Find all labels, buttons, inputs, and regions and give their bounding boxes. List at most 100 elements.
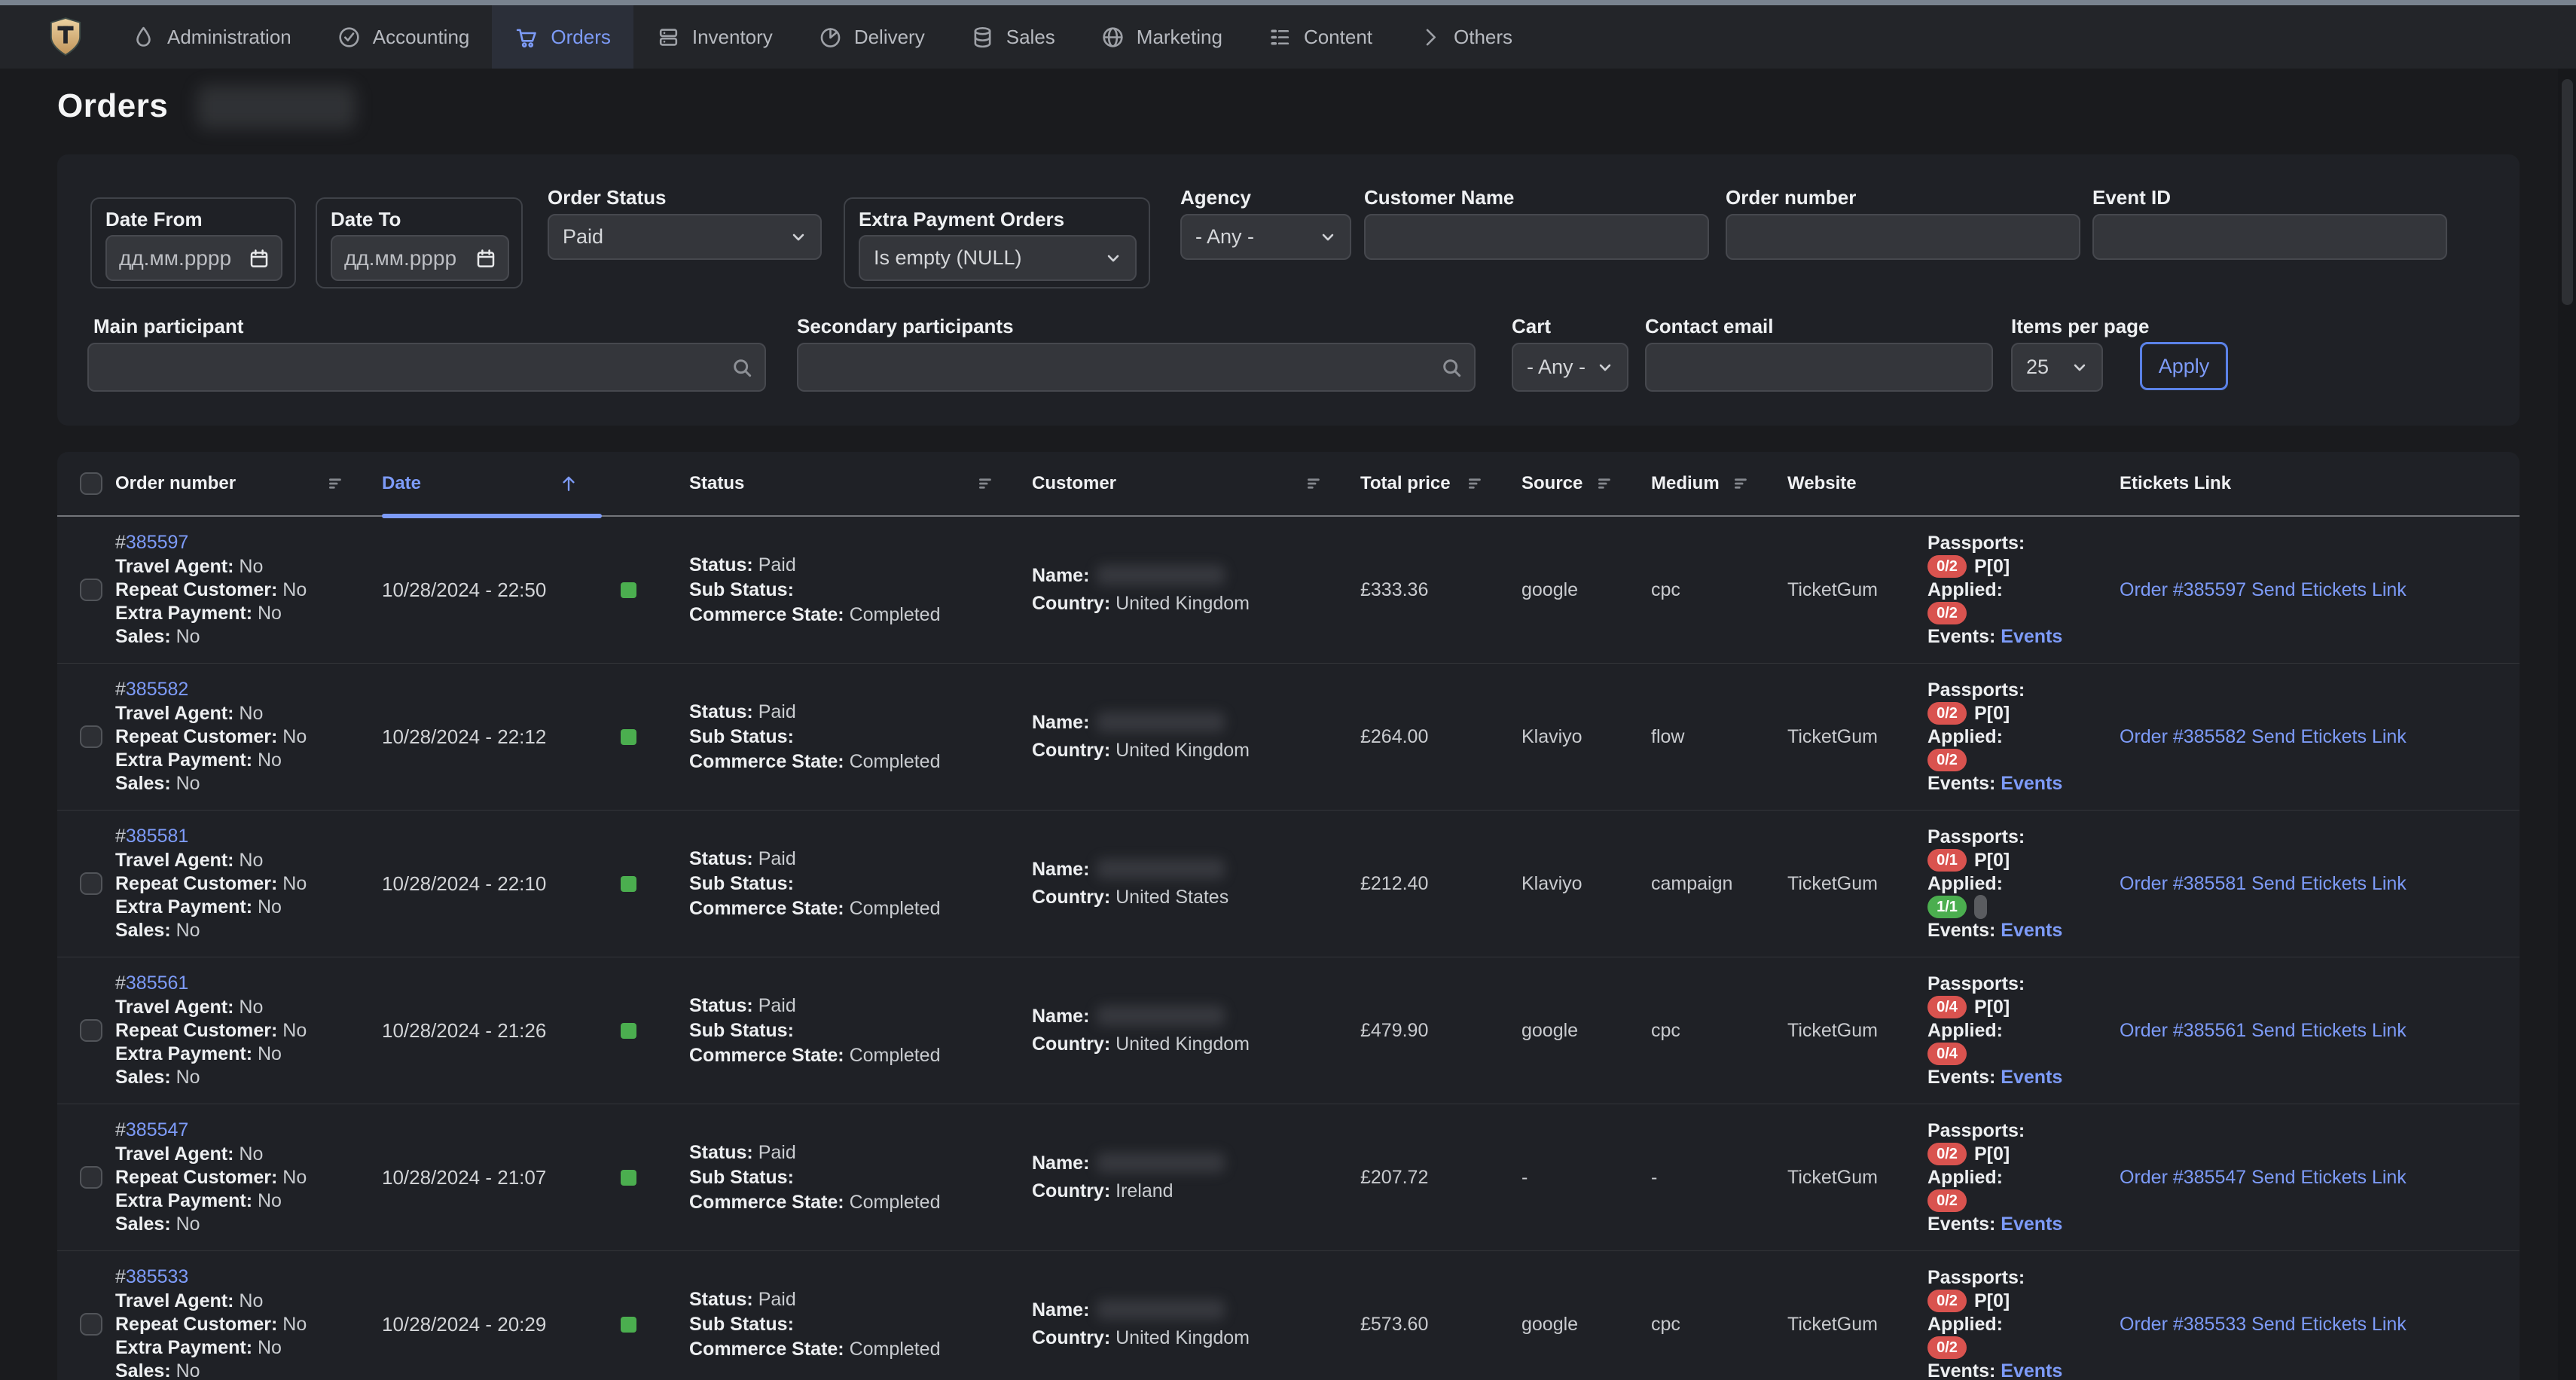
nav-item-delivery[interactable]: Delivery [795,5,948,69]
server-icon [656,25,681,50]
event-id-input[interactable] [2092,214,2447,260]
send-etickets-link[interactable]: Order #385547 Send Etickets Link [2120,1167,2407,1188]
etickets-link-cell: Order #385561 Send Etickets Link [2120,1020,2497,1042]
commerce-state-label: Commerce State: [689,1192,844,1213]
country-label: Country: [1032,740,1110,761]
filter-icon[interactable] [976,474,996,493]
cart-select[interactable]: - Any - [1512,343,1628,392]
order-number-link[interactable]: #385561 [115,972,188,995]
events-link[interactable]: Events [2001,920,2062,941]
col-header-source[interactable]: Source [1521,452,1651,515]
applied-count-badge: 0/2 [1927,1189,1967,1212]
col-header-date[interactable]: Date [382,452,608,515]
calendar-icon[interactable] [475,247,497,270]
col-header-customer[interactable]: Customer [1032,452,1360,515]
chevron-down-icon [1103,249,1123,268]
commerce-state-label: Commerce State: [689,1045,844,1066]
medium-cell: - [1651,1167,1787,1189]
order-number-link[interactable]: #385581 [115,825,188,848]
events-link[interactable]: Events [2001,1214,2062,1235]
select-all-checkbox[interactable] [80,472,102,495]
send-etickets-link[interactable]: Order #385582 Send Etickets Link [2120,726,2407,747]
order-number-link[interactable]: #385597 [115,531,188,554]
events-link[interactable]: Events [2001,1067,2062,1088]
order-number-link[interactable]: #385547 [115,1119,188,1142]
send-etickets-link[interactable]: Order #385581 Send Etickets Link [2120,873,2407,894]
col-header-total-price[interactable]: Total price [1360,452,1521,515]
applied-label: Applied: [1927,579,2003,600]
items-per-page-select[interactable]: 25 [2011,343,2103,392]
events-label: Events: [1927,773,1995,794]
row-checkbox[interactable] [80,1019,102,1042]
nav-item-accounting[interactable]: Accounting [314,5,493,69]
extra-payment-label: Extra Payment: [115,1043,252,1064]
contact-email-input[interactable] [1645,343,1993,392]
medium-cell: flow [1651,726,1787,748]
order-number-link[interactable]: #385582 [115,678,188,701]
customer-name-input[interactable] [1364,214,1709,260]
applied-label: Applied: [1927,873,2003,894]
col-label: Source [1521,473,1583,494]
sub-status-label: Sub Status: [689,1167,794,1188]
row-checkbox[interactable] [80,725,102,748]
items-per-page-label: Items per page [2011,315,2150,337]
send-etickets-link[interactable]: Order #385597 Send Etickets Link [2120,579,2407,600]
secondary-participants-input[interactable] [797,343,1476,392]
filter-icon[interactable] [1595,474,1615,493]
col-header-medium[interactable]: Medium [1651,452,1787,515]
name-label: Name: [1032,1006,1089,1027]
order-number-cell: #385581 Travel Agent: No Repeat Customer… [115,825,382,942]
total-price-cell: £573.60 [1360,1314,1521,1336]
date-to-input[interactable]: дд.мм.рррр [331,235,509,281]
total-price-cell: £212.40 [1360,873,1521,895]
nav-item-content[interactable]: Content [1245,5,1395,69]
name-label: Name: [1032,1299,1089,1320]
row-checkbox[interactable] [80,1313,102,1336]
filter-icon[interactable] [1305,474,1324,493]
main-participant-input[interactable] [87,343,766,392]
vertical-scrollbar[interactable] [2558,69,2576,1380]
row-checkbox[interactable] [80,579,102,601]
nav-item-sales[interactable]: Sales [948,5,1078,69]
events-label: Events: [1927,626,1995,647]
sales-label: Sales: [115,920,171,941]
status-green-indicator [621,729,636,745]
events-link[interactable]: Events [2001,1360,2062,1380]
date-from-input[interactable]: дд.мм.рррр [105,235,282,281]
nav-label: Inventory [692,26,773,49]
apply-button[interactable]: Apply [2140,342,2228,390]
sort-ascending-icon[interactable] [558,473,579,494]
nav-item-administration[interactable]: Administration [108,5,314,69]
date-from-label: Date From [105,208,281,231]
agency-select[interactable]: - Any - [1180,214,1351,260]
website-cell: TicketGum [1787,579,1927,601]
nav-item-others[interactable]: Others [1395,5,1535,69]
chevron-down-icon [2070,358,2089,377]
passports-count-badge: 0/2 [1927,1290,1967,1312]
filter-icon[interactable] [326,474,346,493]
send-etickets-link[interactable]: Order #385533 Send Etickets Link [2120,1314,2407,1335]
status-green-indicator [621,1170,636,1186]
events-link[interactable]: Events [2001,773,2062,794]
col-header-order-number[interactable]: Order number [115,452,382,515]
nav-item-orders[interactable]: Orders [492,5,633,69]
row-checkbox[interactable] [80,1166,102,1189]
order-number-link[interactable]: #385533 [115,1266,188,1289]
travel-agent-label: Travel Agent: [115,850,233,871]
scrollbar-thumb[interactable] [2562,79,2573,305]
filter-icon[interactable] [1466,474,1485,493]
extra-payment-select[interactable]: Is empty (NULL) [859,235,1137,281]
events-link[interactable]: Events [2001,626,2062,647]
col-header-status[interactable]: Status [689,452,1032,515]
calendar-icon[interactable] [248,247,270,270]
etickets-link-cell: Order #385533 Send Etickets Link [2120,1314,2497,1336]
order-number-input[interactable] [1726,214,2080,260]
brand-logo[interactable] [0,5,108,69]
send-etickets-link[interactable]: Order #385561 Send Etickets Link [2120,1020,2407,1041]
order-status-select[interactable]: Paid [548,214,822,260]
nav-item-marketing[interactable]: Marketing [1078,5,1245,69]
nav-item-inventory[interactable]: Inventory [633,5,795,69]
extra-payment-label: Extra Payment Orders [859,208,1135,231]
filter-icon[interactable] [1732,474,1751,493]
row-checkbox[interactable] [80,872,102,895]
